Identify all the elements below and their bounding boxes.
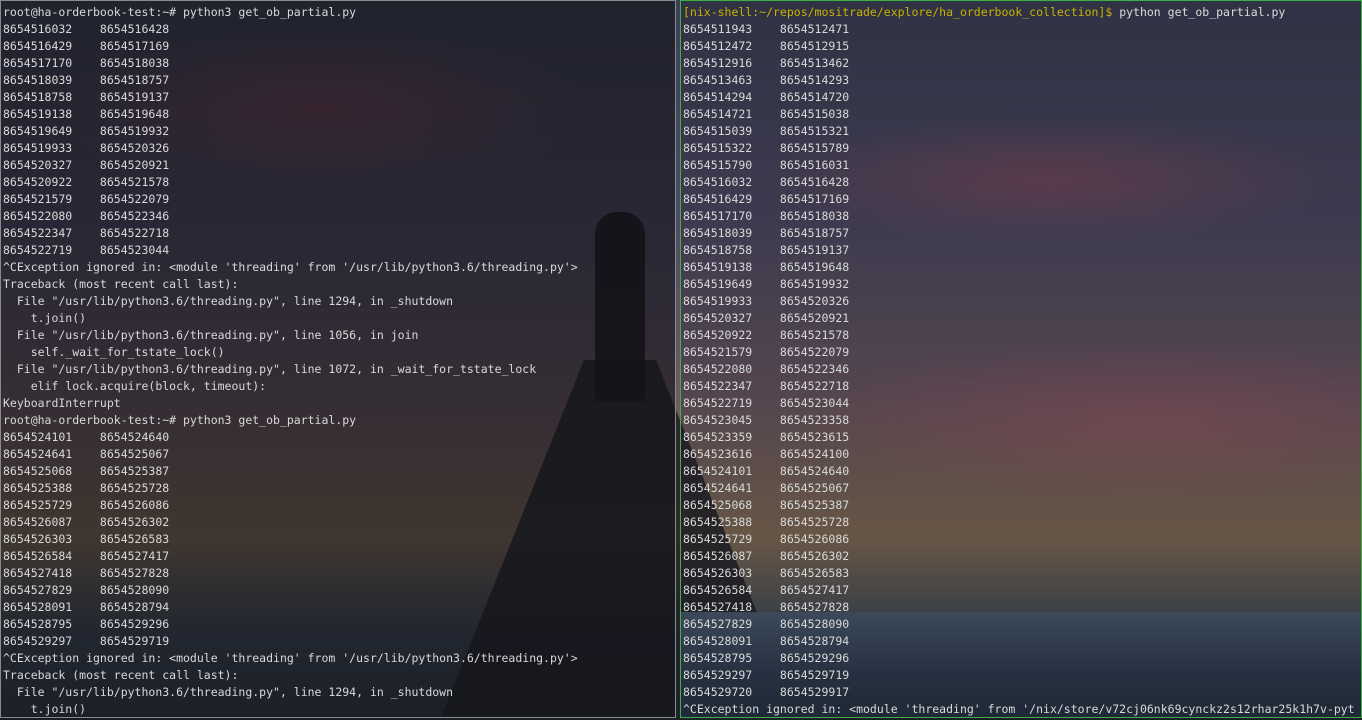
right-terminal-line: 8654526303 8654526583	[683, 566, 850, 580]
left-terminal-line: 8654521579 8654522079	[3, 192, 170, 206]
shell-prompt-line: [nix-shell:~/repos/mositrade/explore/ha_…	[683, 4, 1359, 21]
right-terminal-line: 8654528091 8654528794	[683, 634, 850, 648]
left-terminal-line: 8654519138 8654519648	[3, 107, 170, 121]
right-terminal-line: 8654529720 8654529917	[683, 685, 850, 699]
left-terminal-line: File "/usr/lib/python3.6/threading.py", …	[3, 685, 454, 699]
right-terminal-line: 8654524101 8654524640	[683, 464, 850, 478]
right-terminal-line: 8654525068 8654525387	[683, 498, 850, 512]
shell-command: python get_ob_partial.py	[1112, 5, 1286, 19]
right-terminal-line: 8654529297 8654529719	[683, 668, 850, 682]
left-terminal-line: 8654525388 8654525728	[3, 481, 170, 495]
right-terminal-line: 8654519138 8654519648	[683, 260, 850, 274]
left-terminal-line: ^CException ignored in: <module 'threadi…	[3, 651, 578, 665]
right-terminal-line: 8654520922 8654521578	[683, 328, 850, 342]
left-terminal-line: 8654527418 8654527828	[3, 566, 170, 580]
left-terminal-line: File "/usr/lib/python3.6/threading.py", …	[3, 328, 419, 342]
left-terminal-line: 8654522080 8654522346	[3, 209, 170, 223]
right-terminal-line: 8654512916 8654513462	[683, 56, 850, 70]
left-terminal-line: root@ha-orderbook-test:~# python3 get_ob…	[3, 413, 357, 427]
right-terminal-line: 8654526087 8654526302	[683, 549, 850, 563]
left-terminal-line: 8654525729 8654526086	[3, 498, 170, 512]
left-terminal-line: 8654517170 8654518038	[3, 56, 170, 70]
right-terminal-line: 8654516032 8654516428	[683, 175, 850, 189]
right-terminal-line: 8654520327 8654520921	[683, 311, 850, 325]
left-terminal-line: 8654522347 8654522718	[3, 226, 170, 240]
right-terminal-line: 8654513463 8654514293	[683, 73, 850, 87]
right-terminal-line: 8654517170 8654518038	[683, 209, 850, 223]
right-terminal-line: 8654515322 8654515789	[683, 141, 850, 155]
right-terminal-line: 8654522719 8654523044	[683, 396, 850, 410]
right-terminal-line: 8654527829 8654528090	[683, 617, 850, 631]
left-terminal-line: 8654520922 8654521578	[3, 175, 170, 189]
left-terminal-line: 8654519933 8654520326	[3, 141, 170, 155]
left-terminal-line: Traceback (most recent call last):	[3, 668, 239, 682]
right-terminal-line: 8654522347 8654522718	[683, 379, 850, 393]
left-terminal-line: 8654516032 8654516428	[3, 22, 170, 36]
right-terminal-line: 8654527418 8654527828	[683, 600, 850, 614]
left-terminal-line: 8654518758 8654519137	[3, 90, 170, 104]
left-terminal-line: 8654518039 8654518757	[3, 73, 170, 87]
left-terminal-line: 8654526087 8654526302	[3, 515, 170, 529]
left-terminal-line: KeyboardInterrupt	[3, 396, 121, 410]
left-terminal-line: 8654525068 8654525387	[3, 464, 170, 478]
left-terminal-line: 8654528795 8654529296	[3, 617, 170, 631]
left-terminal-line: self._wait_for_tstate_lock()	[3, 345, 225, 359]
terminal-output-right: [nix-shell:~/repos/mositrade/explore/ha_…	[681, 1, 1361, 717]
left-terminal-line: Traceback (most recent call last):	[3, 277, 239, 291]
right-terminal-line: 8654519649 8654519932	[683, 277, 850, 291]
left-terminal-line: t.join()	[3, 311, 87, 325]
right-terminal-line: 8654514294 8654514720	[683, 90, 850, 104]
left-terminal-line: t.join()	[3, 702, 87, 716]
right-terminal-line: 8654516429 8654517169	[683, 192, 850, 206]
left-terminal-line: 8654519649 8654519932	[3, 124, 170, 138]
right-terminal-line: 8654519933 8654520326	[683, 294, 850, 308]
right-terminal-line: 8654528795 8654529296	[683, 651, 850, 665]
right-terminal-line: 8654515790 8654516031	[683, 158, 850, 172]
left-terminal-line: root@ha-orderbook-test:~# python3 get_ob…	[3, 5, 357, 19]
left-terminal-line: 8654526584 8654527417	[3, 549, 170, 563]
right-terminal-line: 8654511943 8654512471	[683, 22, 850, 36]
right-terminal-line: 8654525388 8654525728	[683, 515, 850, 529]
right-terminal-line: 8654526584 8654527417	[683, 583, 850, 597]
left-terminal-line: 8654522719 8654523044	[3, 243, 170, 257]
right-terminal-line: 8654514721 8654515038	[683, 107, 850, 121]
right-terminal-line: 8654523045 8654523358	[683, 413, 850, 427]
right-terminal-line: 8654518758 8654519137	[683, 243, 850, 257]
right-terminal-line: 8654524641 8654525067	[683, 481, 850, 495]
right-terminal-line: 8654518039 8654518757	[683, 226, 850, 240]
left-terminal-line: 8654529297 8654529719	[3, 634, 170, 648]
terminal-pane-left[interactable]: root@ha-orderbook-test:~# python3 get_ob…	[0, 0, 676, 718]
left-terminal-line: 8654524101 8654524640	[3, 430, 170, 444]
right-terminal-line: 8654521579 8654522079	[683, 345, 850, 359]
left-terminal-line: 8654524641 8654525067	[3, 447, 170, 461]
left-terminal-line: ^CException ignored in: <module 'threadi…	[3, 260, 578, 274]
terminal-pane-right[interactable]: [nix-shell:~/repos/mositrade/explore/ha_…	[680, 0, 1362, 718]
left-terminal-line: 8654520327 8654520921	[3, 158, 170, 172]
right-terminal-line: 8654523616 8654524100	[683, 447, 850, 461]
left-terminal-line: File "/usr/lib/python3.6/threading.py", …	[3, 362, 537, 376]
left-terminal-line: elif lock.acquire(block, timeout):	[3, 379, 267, 393]
left-terminal-line: File "/usr/lib/python3.6/threading.py", …	[3, 294, 454, 308]
left-terminal-line: 8654527829 8654528090	[3, 583, 170, 597]
right-terminal-line: 8654512472 8654512915	[683, 39, 850, 53]
right-terminal-line: 8654522080 8654522346	[683, 362, 850, 376]
terminal-output-left: root@ha-orderbook-test:~# python3 get_ob…	[1, 1, 675, 717]
right-terminal-line: 8654515039 8654515321	[683, 124, 850, 138]
right-terminal-line: 8654525729 8654526086	[683, 532, 850, 546]
left-terminal-line: 8654528091 8654528794	[3, 600, 170, 614]
left-terminal-line: 8654516429 8654517169	[3, 39, 170, 53]
right-terminal-line: 8654523359 8654523615	[683, 430, 850, 444]
nix-shell-prompt: [nix-shell:~/repos/mositrade/explore/ha_…	[683, 5, 1113, 19]
left-terminal-line: 8654526303 8654526583	[3, 532, 170, 546]
right-terminal-line: ^CException ignored in: <module 'threadi…	[683, 702, 1355, 716]
